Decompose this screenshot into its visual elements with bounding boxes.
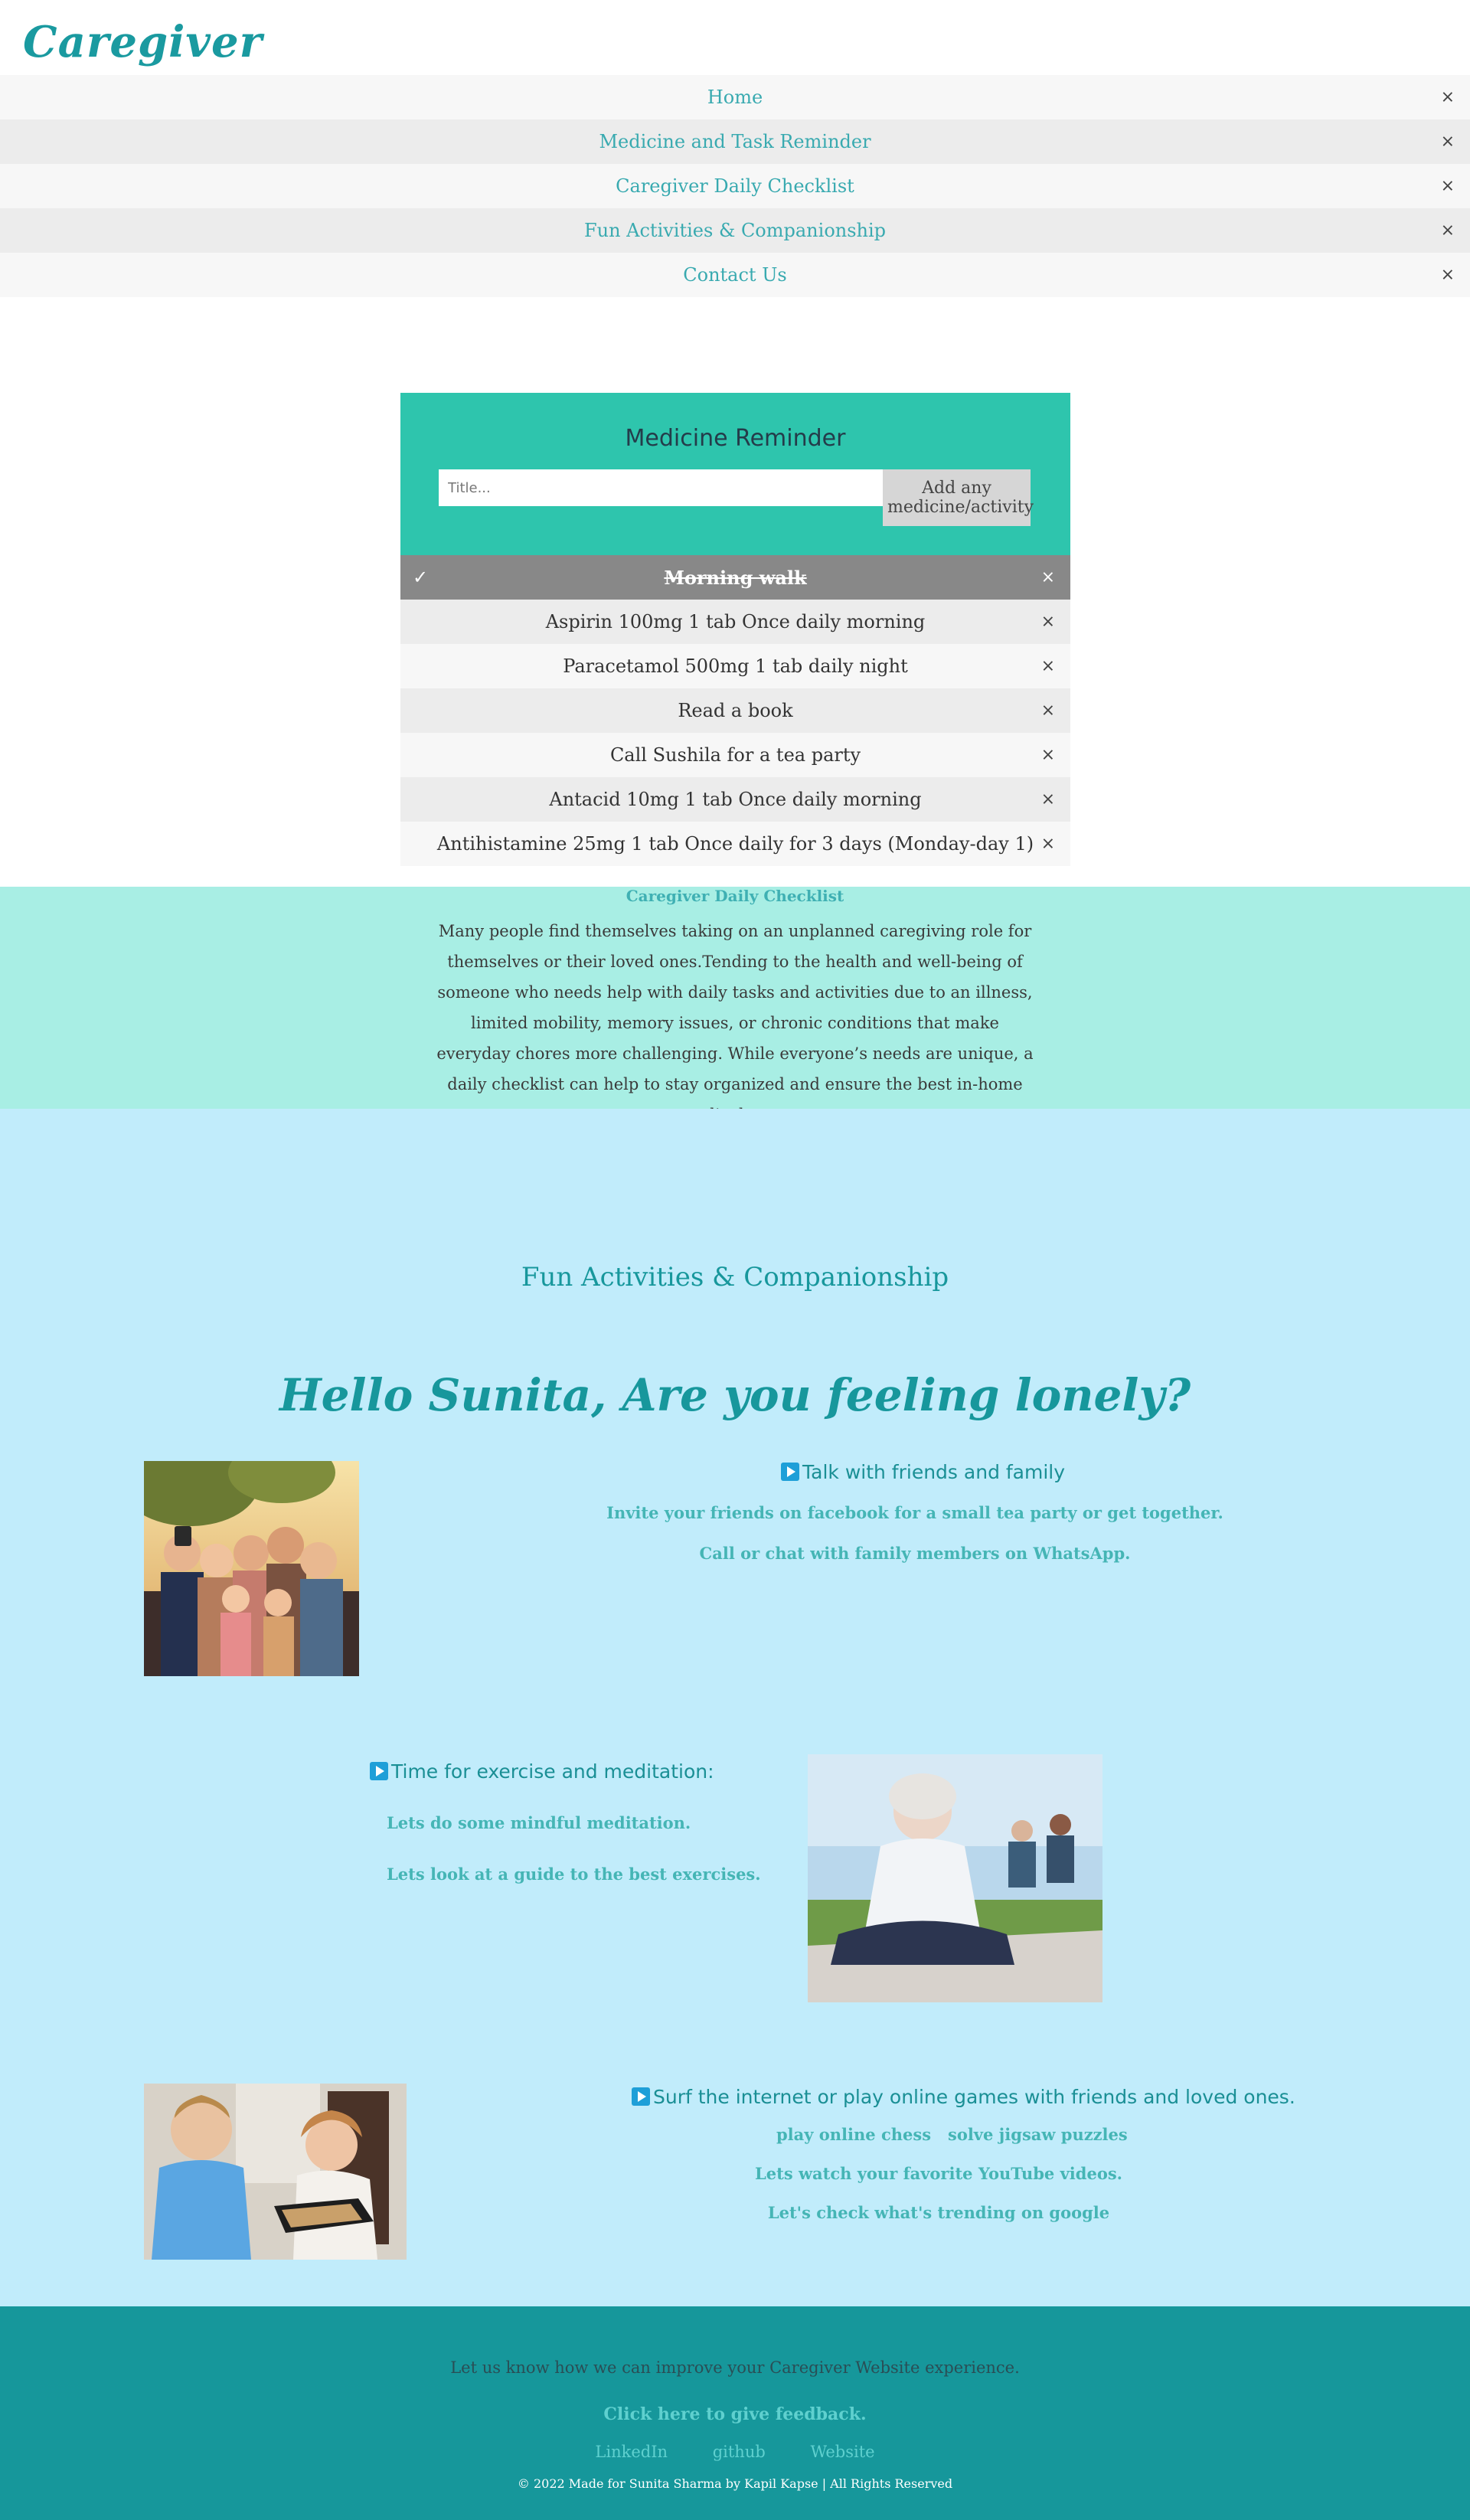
nav-item-home[interactable]: Home × <box>0 75 1470 119</box>
exercise-heading-text: Time for exercise and meditation: <box>391 1760 714 1783</box>
close-icon[interactable]: × <box>1441 88 1455 107</box>
reminder-title: Medicine Reminder <box>625 425 846 452</box>
reminder-item-text: Antihistamine 25mg 1 tab Once daily for … <box>436 833 1034 855</box>
meditation-image <box>808 1754 1102 2002</box>
reminder-item-text: Morning walk <box>664 566 807 589</box>
close-icon[interactable]: × <box>1041 790 1055 809</box>
daily-checklist-section: Caregiver Daily Checklist Many people fi… <box>0 887 1470 1124</box>
footer-links: LinkedIn github Website <box>0 2443 1470 2461</box>
close-icon[interactable]: × <box>1441 132 1455 152</box>
close-icon[interactable]: × <box>1041 701 1055 721</box>
reminder-item[interactable]: Antihistamine 25mg 1 tab Once daily for … <box>400 822 1070 866</box>
internet-heading: Surf the internet or play online games w… <box>632 2086 1295 2108</box>
nav-item-daily-checklist[interactable]: Caregiver Daily Checklist × <box>0 164 1470 208</box>
fun-activities-section: Fun Activities & Companionship Hello Sun… <box>0 1109 1470 2306</box>
talk-heading-text: Talk with friends and family <box>802 1461 1066 1483</box>
fun-activities-title: Fun Activities & Companionship <box>521 1262 949 1293</box>
footer: Let us know how we can improve your Care… <box>0 2306 1470 2520</box>
close-icon[interactable]: × <box>1041 746 1055 765</box>
exercise-heading: Time for exercise and meditation: <box>370 1760 714 1783</box>
reminder-item-text: Paracetamol 500mg 1 tab daily night <box>563 655 908 677</box>
reminder-form: Add any medicine/activity <box>439 469 1034 526</box>
reminder-item[interactable]: Read a book × <box>400 688 1070 733</box>
close-icon[interactable]: × <box>1441 266 1455 285</box>
site-logo[interactable]: Caregiver <box>23 17 263 67</box>
nav-item-medicine-reminder[interactable]: Medicine and Task Reminder × <box>0 119 1470 164</box>
play-icon <box>370 1762 388 1780</box>
checklist-body: Many people find themselves taking on an… <box>436 922 1034 1124</box>
reminder-item[interactable]: Antacid 10mg 1 tab Once daily morning × <box>400 777 1070 822</box>
play-icon <box>781 1463 799 1481</box>
reminder-list: ✓ Morning walk × Aspirin 100mg 1 tab Onc… <box>400 555 1070 866</box>
reminder-item-text: Read a book <box>678 700 793 721</box>
feedback-link[interactable]: Click here to give feedback. <box>0 2404 1470 2424</box>
nav-item-label[interactable]: Fun Activities & Companionship <box>584 220 886 241</box>
reminder-item[interactable]: ✓ Morning walk × <box>400 555 1070 600</box>
reminder-header: Medicine Reminder Add any medicine/activ… <box>400 393 1070 555</box>
family-selfie-image <box>144 1461 359 1676</box>
reminder-item[interactable]: Aspirin 100mg 1 tab Once daily morning × <box>400 600 1070 644</box>
nav-item-label[interactable]: Home <box>707 87 763 108</box>
github-link[interactable]: github <box>713 2443 766 2461</box>
meditation-link[interactable]: Lets do some mindful meditation. <box>387 1813 691 1832</box>
top-nav: Home × Medicine and Task Reminder × Care… <box>0 75 1470 297</box>
close-icon[interactable]: × <box>1441 177 1455 196</box>
copyright-text: © 2022 Made for Sunita Sharma by Kapil K… <box>517 2476 953 2491</box>
reminder-item-text: Aspirin 100mg 1 tab Once daily morning <box>545 611 926 632</box>
close-icon[interactable]: × <box>1441 221 1455 240</box>
nav-item-label[interactable]: Caregiver Daily Checklist <box>616 175 854 197</box>
youtube-link[interactable]: Lets watch your favorite YouTube videos. <box>0 2164 1470 2183</box>
nav-item-label[interactable]: Medicine and Task Reminder <box>599 131 871 152</box>
greeting-heading: Hello Sunita, Are you feeling lonely? <box>279 1369 1191 1421</box>
checklist-title: Caregiver Daily Checklist <box>626 887 844 905</box>
exercise-guide-link[interactable]: Lets look at a guide to the best exercis… <box>387 1865 761 1884</box>
check-icon: ✓ <box>413 567 429 588</box>
linkedin-link[interactable]: LinkedIn <box>595 2443 668 2461</box>
close-icon[interactable]: × <box>1041 657 1055 676</box>
medicine-reminder-panel: Medicine Reminder Add any medicine/activ… <box>400 393 1070 866</box>
jigsaw-puzzles-link[interactable]: solve jigsaw puzzles <box>948 2125 1128 2144</box>
close-icon[interactable]: × <box>1041 613 1055 632</box>
add-reminder-button[interactable]: Add any medicine/activity <box>883 469 1034 526</box>
reminder-item-text: Call Sushila for a tea party <box>609 744 861 766</box>
website-link[interactable]: Website <box>810 2443 874 2461</box>
close-icon[interactable]: × <box>1041 835 1055 854</box>
nav-item-label[interactable]: Contact Us <box>683 264 786 286</box>
nav-item-contact[interactable]: Contact Us × <box>0 253 1470 297</box>
nav-item-fun-activities[interactable]: Fun Activities & Companionship × <box>0 208 1470 253</box>
google-trending-link[interactable]: Let's check what's trending on google <box>0 2203 1470 2222</box>
reminder-item[interactable]: Paracetamol 500mg 1 tab daily night × <box>400 644 1070 688</box>
talk-heading: Talk with friends and family <box>781 1461 1065 1483</box>
close-icon[interactable]: × <box>1041 568 1055 587</box>
play-icon <box>632 2087 650 2106</box>
online-chess-link[interactable]: play online chess <box>776 2125 931 2144</box>
reminder-item-text: Antacid 10mg 1 tab Once daily morning <box>549 789 922 810</box>
footer-improve-text: Let us know how we can improve your Care… <box>450 2358 1020 2377</box>
internet-heading-text: Surf the internet or play online games w… <box>653 2086 1295 2108</box>
reminder-title-input[interactable] <box>439 469 883 506</box>
reminder-item[interactable]: Call Sushila for a tea party × <box>400 733 1070 777</box>
facebook-tea-party-link[interactable]: Invite your friends on facebook for a sm… <box>0 1503 1470 1522</box>
whatsapp-link[interactable]: Call or chat with family members on What… <box>0 1544 1470 1563</box>
